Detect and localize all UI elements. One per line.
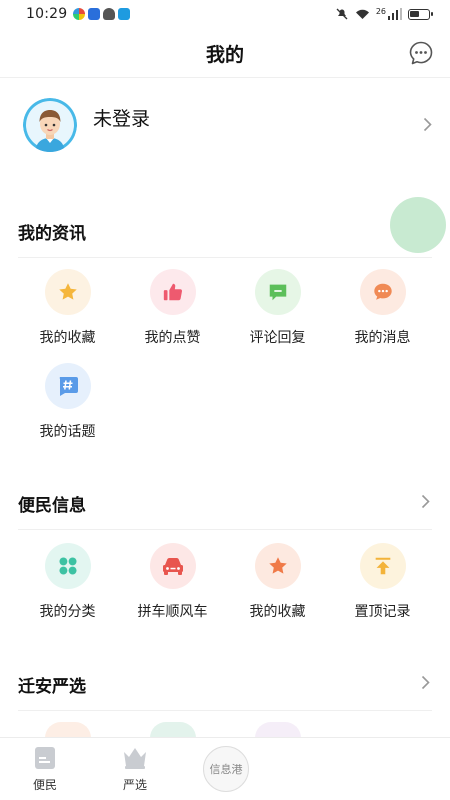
thumbs-up-icon (149, 269, 196, 315)
chevron-right-icon (421, 675, 430, 690)
hashtag-icon (44, 363, 91, 409)
comment-icon (254, 269, 301, 315)
grid-item-label: 评论回复 (249, 330, 306, 346)
tab-selection[interactable]: 严选 (105, 746, 165, 793)
car-icon (149, 543, 196, 589)
chevron-right-icon (421, 494, 430, 509)
status-bar: 10:29 26 (0, 0, 450, 28)
tab-label: 便民 (32, 778, 57, 792)
grid-item-carpool[interactable]: 拼车顺风车 (120, 543, 225, 621)
tab-label: 严选 (122, 778, 147, 792)
tab-label: 信息港 (209, 763, 243, 776)
star-icon (254, 543, 301, 589)
grid-item-label: 置顶记录 (354, 604, 411, 620)
grid-item-categories[interactable]: 我的分类 (15, 543, 120, 621)
partial-grid-icon (150, 722, 196, 738)
grid-item-label: 我的点赞 (144, 330, 201, 346)
grid-item-label: 我的收藏 (249, 604, 306, 620)
bottom-nav: 便民 严选 信息港 (0, 737, 450, 800)
app-notification-icon (73, 8, 86, 20)
qq-notification-icon (103, 8, 116, 20)
status-time: 10:29 (26, 6, 68, 22)
section-header[interactable]: 迁安严选 (18, 655, 432, 711)
grid-item-label: 拼车顺风车 (137, 604, 208, 620)
section-title: 迁安严选 (18, 677, 86, 697)
search-notification-icon (118, 8, 131, 20)
partial-grid-icon (45, 722, 91, 738)
wifi-icon (355, 9, 369, 19)
signal-icon (388, 8, 402, 20)
network-type: 26 (375, 6, 386, 16)
category-icon (44, 543, 91, 589)
top-bar: 我的 (0, 28, 450, 78)
login-status[interactable]: 未登录 (93, 104, 150, 131)
tab-info-port[interactable]: 信息港 (203, 746, 249, 792)
partial-grid-icon (255, 722, 301, 738)
grid-item-label: 我的分类 (39, 604, 96, 620)
document-icon (35, 747, 55, 769)
grid-item-topics[interactable]: 我的话题 (15, 363, 120, 441)
profile-row[interactable]: 未登录 (0, 90, 450, 160)
battery-icon (408, 8, 433, 20)
message-icon (359, 269, 406, 315)
shield-notification-icon (88, 8, 101, 20)
section-header: 我的资讯 (18, 202, 432, 258)
section-header[interactable]: 便民信息 (18, 474, 432, 530)
page-title: 我的 (205, 44, 244, 66)
grid-item-messages[interactable]: 我的消息 (330, 269, 435, 347)
grid-item-pin-records[interactable]: 置顶记录 (330, 543, 435, 621)
grid-item-label: 我的消息 (354, 330, 411, 346)
mute-icon (336, 8, 348, 20)
grid-item-label: 我的收藏 (39, 330, 96, 346)
chat-bubble-icon[interactable] (408, 40, 434, 66)
section-title: 便民信息 (18, 496, 86, 516)
section-title: 我的资讯 (18, 224, 86, 244)
tab-convenience[interactable]: 便民 (15, 746, 75, 793)
chevron-right-icon (423, 117, 432, 132)
star-icon (44, 269, 91, 315)
grid-item-favorites-2[interactable]: 我的收藏 (225, 543, 330, 621)
grid-item-comments[interactable]: 评论回复 (225, 269, 330, 347)
notification-icons (73, 8, 131, 20)
pin-top-icon (359, 543, 406, 589)
avatar-boy-icon[interactable] (23, 98, 77, 152)
grid-item-label: 我的话题 (39, 424, 96, 440)
crown-basket-icon (124, 748, 146, 769)
grid-item-favorites[interactable]: 我的收藏 (15, 269, 120, 347)
grid-item-likes[interactable]: 我的点赞 (120, 269, 225, 347)
